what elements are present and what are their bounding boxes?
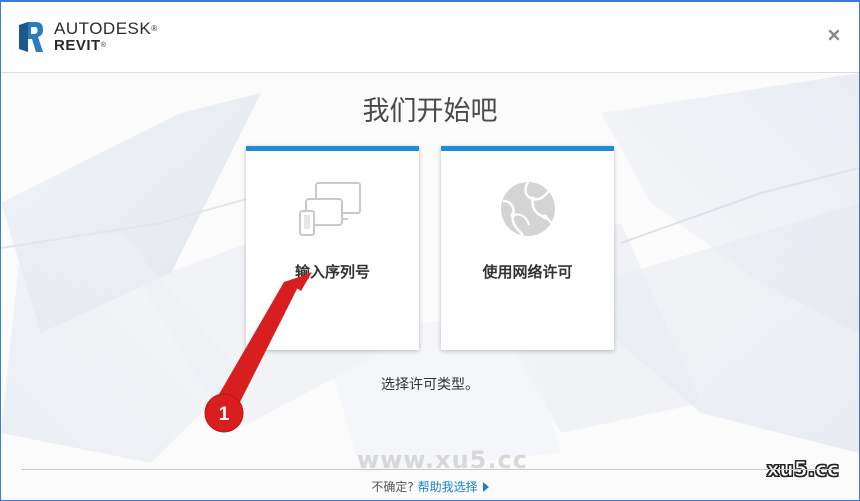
use-network-license-card[interactable]: 使用网络许可 xyxy=(441,146,614,350)
brand-autodesk: AUTODESK® xyxy=(54,19,158,38)
help-me-choose-link[interactable]: 帮助我选择 xyxy=(418,480,478,494)
annotation-badge-number: 1 xyxy=(219,404,230,425)
dialog-content: 我们开始吧 输入序列号 使用网络许可 选择许可类型。 www.xu5.cc xu… xyxy=(1,73,859,500)
devices-icon xyxy=(299,182,361,236)
annotation-arrow: 1 xyxy=(204,272,312,433)
globe-network-icon xyxy=(501,181,555,236)
arrow-right-icon[interactable] xyxy=(482,482,489,492)
enter-serial-number-card[interactable]: 输入序列号 xyxy=(246,146,419,350)
page-title: 我们开始吧 xyxy=(362,96,498,127)
revit-logo-icon xyxy=(19,22,43,52)
footer-question: 不确定? xyxy=(371,480,414,494)
choose-license-type-text: 选择许可类型。 xyxy=(381,377,479,393)
close-icon[interactable] xyxy=(827,28,841,42)
footer-help: 不确定? 帮助我选择 xyxy=(1,478,859,495)
card-label-network: 使用网络许可 xyxy=(482,263,573,281)
dialog-header: AUTODESK® REVIT® xyxy=(1,2,859,73)
brand-revit: REVIT® xyxy=(54,37,107,54)
footer-divider xyxy=(21,469,839,470)
license-dialog-window: AUTODESK® REVIT® 我们开始吧 输入序列号 使用网络许可 选择许可… xyxy=(0,0,860,501)
card-label-serial: 输入序列号 xyxy=(294,263,370,281)
